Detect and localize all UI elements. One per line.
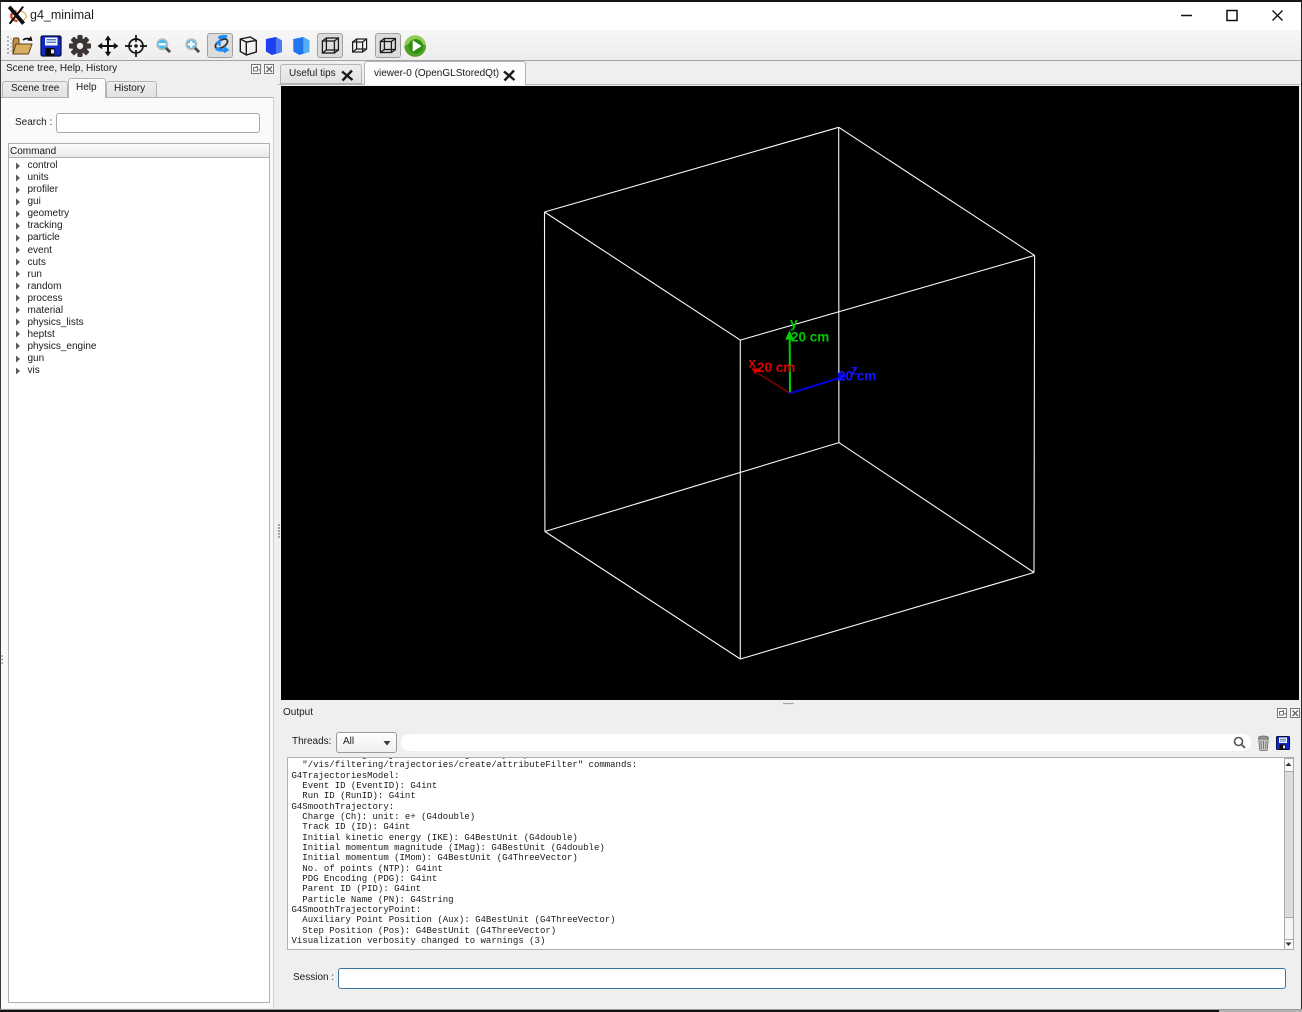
svg-text:20 cm: 20 cm (791, 330, 829, 345)
svg-text:y: y (790, 316, 798, 331)
svg-text:x: x (749, 356, 757, 371)
svg-text:20 cm: 20 cm (757, 360, 795, 375)
svg-text:20 cm: 20 cm (838, 369, 876, 384)
